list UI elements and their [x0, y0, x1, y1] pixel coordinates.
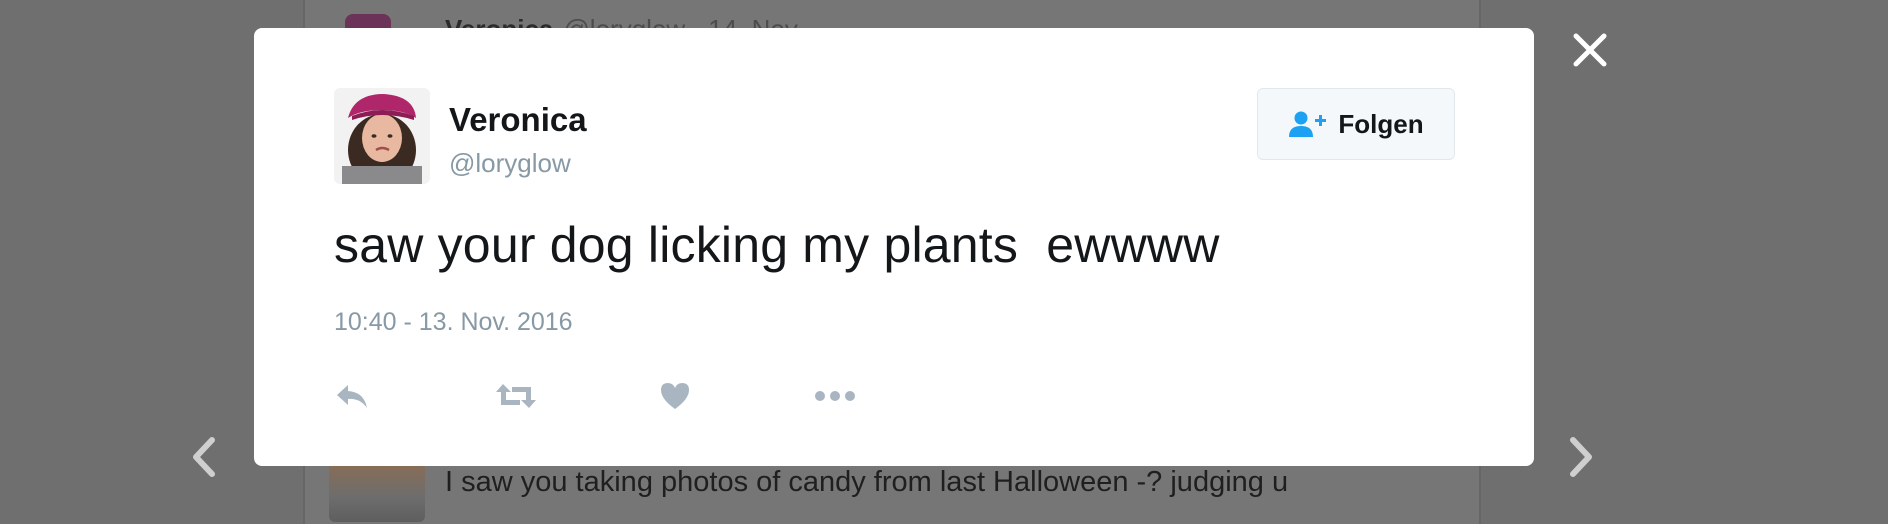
- tweet-modal: Veronica @loryglow Folgen saw your dog l…: [254, 28, 1534, 466]
- follow-button[interactable]: Folgen: [1257, 88, 1455, 160]
- user-name[interactable]: Veronica: [449, 101, 587, 139]
- next-tweet-button[interactable]: [1563, 434, 1597, 480]
- background-avatar: [329, 462, 425, 522]
- chevron-left-icon: [193, 437, 215, 477]
- like-button[interactable]: [659, 368, 691, 424]
- retweet-button[interactable]: [494, 368, 538, 424]
- retweet-icon: [496, 384, 536, 408]
- avatar[interactable]: [334, 88, 430, 184]
- tweet-text: saw your dog licking my plants ewwww: [334, 217, 1220, 273]
- close-icon: [1573, 33, 1607, 67]
- more-icon: [815, 391, 855, 401]
- chevron-right-icon: [1570, 437, 1592, 477]
- background-tweet-text: I saw you taking photos of candy from la…: [445, 466, 1289, 498]
- background-avatar: [345, 14, 391, 28]
- tweet-actions: [334, 368, 934, 424]
- avatar-image: [334, 88, 430, 184]
- previous-tweet-button[interactable]: [188, 434, 222, 480]
- follow-button-label: Folgen: [1338, 108, 1424, 139]
- close-button[interactable]: [1570, 30, 1610, 70]
- heart-icon: [661, 383, 689, 409]
- more-button[interactable]: [814, 368, 856, 424]
- reply-icon: [337, 385, 367, 408]
- follow-user-icon: [1288, 110, 1328, 138]
- tweet-timestamp[interactable]: 10:40 - 13. Nov. 2016: [334, 308, 573, 337]
- reply-button[interactable]: [334, 368, 370, 424]
- user-handle[interactable]: @loryglow: [449, 148, 571, 179]
